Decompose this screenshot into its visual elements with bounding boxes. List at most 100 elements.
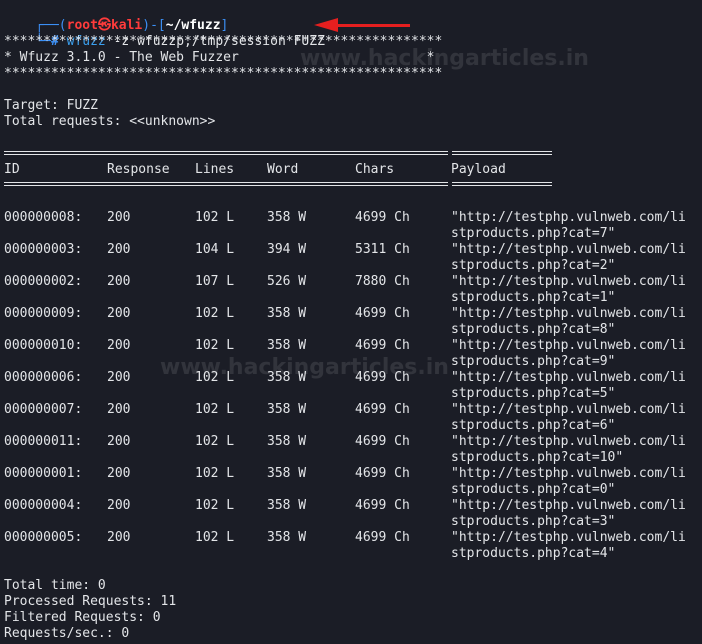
cell-payload: "http://testphp.vulnweb.com/li: [451, 274, 686, 289]
cell-response: 200: [107, 498, 131, 513]
cell-word: 358 W: [267, 434, 307, 449]
table-rule-top-payload: [452, 151, 552, 155]
summary-rate: Requests/sec.: 0: [4, 626, 130, 641]
cell-lines: 102 L: [195, 466, 235, 481]
table-row: 000000010: 200 102 L 358 W 4699 Ch "http://te…: [4, 338, 694, 354]
cell-response: 200: [107, 210, 131, 225]
cell-word: 358 W: [267, 466, 307, 481]
cell-chars: 7880 Ch: [355, 274, 410, 289]
summary-total-time: Total time: 0: [4, 578, 106, 593]
cell-word: 358 W: [267, 338, 307, 353]
cell-word: 358 W: [267, 530, 307, 545]
cell-id: 000000010:: [4, 338, 83, 353]
cell-chars: 5311 Ch: [355, 242, 410, 257]
summary-filtered: Filtered Requests: 0: [4, 610, 161, 625]
table-header: ID Response Lines Word Chars Payload: [4, 162, 694, 178]
command-line[interactable]: └─# wfuzz -z wfuzzp,/tmp/session FUZZ: [4, 18, 325, 49]
cell-payload-continuation: stproducts.php?cat=10": [451, 450, 624, 465]
cell-id: 000000004:: [4, 498, 83, 513]
banner-top: ****************************************…: [4, 34, 443, 49]
target-line: Target: FUZZ: [4, 98, 98, 113]
header-word: Word: [267, 162, 299, 177]
cell-word: 358 W: [267, 210, 307, 225]
cell-payload: "http://testphp.vulnweb.com/li: [451, 370, 686, 385]
arrow-annotation-shaft: [336, 24, 410, 27]
cell-response: 200: [107, 466, 131, 481]
header-payload: Payload: [451, 162, 506, 177]
cell-id: 000000009:: [4, 306, 83, 321]
cell-payload-continuation: stproducts.php?cat=4": [451, 546, 616, 561]
cell-response: 200: [107, 402, 131, 417]
cell-payload-continuation: stproducts.php?cat=8": [451, 322, 616, 337]
table-row: 000000007: 200 102 L 358 W 4699 Ch "http://te…: [4, 402, 694, 418]
cell-chars: 4699 Ch: [355, 210, 410, 225]
cell-word: 358 W: [267, 402, 307, 417]
cell-lines: 102 L: [195, 210, 235, 225]
cell-lines: 102 L: [195, 306, 235, 321]
cell-chars: 4699 Ch: [355, 434, 410, 449]
cell-payload-continuation: stproducts.php?cat=0": [451, 482, 616, 497]
cell-response: 200: [107, 242, 131, 257]
cell-response: 200: [107, 306, 131, 321]
cell-id: 000000005:: [4, 530, 83, 545]
total-requests-line: Total requests: <<unknown>>: [4, 114, 216, 129]
cell-payload-continuation: stproducts.php?cat=2": [451, 258, 616, 273]
cell-chars: 4699 Ch: [355, 306, 410, 321]
cell-lines: 104 L: [195, 242, 235, 257]
arrow-annotation-icon: [314, 18, 338, 32]
cell-payload-continuation: stproducts.php?cat=7": [451, 226, 616, 241]
cell-word: 394 W: [267, 242, 307, 257]
cell-payload-continuation: stproducts.php?cat=6": [451, 418, 616, 433]
cell-payload: "http://testphp.vulnweb.com/li: [451, 306, 686, 321]
cell-lines: 102 L: [195, 338, 235, 353]
cell-response: 200: [107, 434, 131, 449]
cell-chars: 4699 Ch: [355, 466, 410, 481]
cell-word: 358 W: [267, 498, 307, 513]
table-rule-top: [4, 151, 448, 155]
cell-chars: 4699 Ch: [355, 338, 410, 353]
cell-response: 200: [107, 370, 131, 385]
cell-payload: "http://testphp.vulnweb.com/li: [451, 210, 686, 225]
cell-payload: "http://testphp.vulnweb.com/li: [451, 434, 686, 449]
cell-id: 000000011:: [4, 434, 83, 449]
table-row: 000000002: 200 107 L 526 W 7880 Ch "http://te…: [4, 274, 694, 290]
cell-payload: "http://testphp.vulnweb.com/li: [451, 338, 686, 353]
cell-id: 000000006:: [4, 370, 83, 385]
banner-title: * Wfuzz 3.1.0 - The Web Fuzzer *: [4, 50, 435, 65]
cell-payload: "http://testphp.vulnweb.com/li: [451, 498, 686, 513]
header-response: Response: [107, 162, 170, 177]
cell-payload-continuation: stproducts.php?cat=9": [451, 354, 616, 369]
table-row: 000000011: 200 102 L 358 W 4699 Ch "http://te…: [4, 434, 694, 450]
cell-chars: 4699 Ch: [355, 498, 410, 513]
cell-response: 200: [107, 530, 131, 545]
cell-lines: 102 L: [195, 402, 235, 417]
cell-word: 358 W: [267, 306, 307, 321]
cell-payload: "http://testphp.vulnweb.com/li: [451, 530, 686, 545]
cell-payload-continuation: stproducts.php?cat=3": [451, 514, 616, 529]
terminal-window[interactable]: www.hackingarticles.in www.hackingarticl…: [0, 0, 702, 644]
cell-id: 000000001:: [4, 466, 83, 481]
cell-id: 000000003:: [4, 242, 83, 257]
cell-payload: "http://testphp.vulnweb.com/li: [451, 402, 686, 417]
cell-payload-continuation: stproducts.php?cat=1": [451, 290, 616, 305]
summary-processed: Processed Requests: 11: [4, 594, 177, 609]
banner-bottom: ****************************************…: [4, 66, 443, 81]
cell-id: 000000002:: [4, 274, 83, 289]
header-lines: Lines: [195, 162, 235, 177]
cell-response: 200: [107, 274, 131, 289]
header-id: ID: [4, 162, 20, 177]
cell-chars: 4699 Ch: [355, 370, 410, 385]
cell-word: 358 W: [267, 370, 307, 385]
cell-payload: "http://testphp.vulnweb.com/li: [451, 242, 686, 257]
table-rule-bottom: [4, 182, 448, 186]
cell-lines: 102 L: [195, 530, 235, 545]
table-row: 000000008: 200 102 L 358 W 4699 Ch "http://te…: [4, 210, 694, 226]
header-chars: Chars: [355, 162, 395, 177]
cell-chars: 4699 Ch: [355, 530, 410, 545]
table-row: 000000003: 200 104 L 394 W 5311 Ch "http://te…: [4, 242, 694, 258]
cell-word: 526 W: [267, 274, 307, 289]
cell-response: 200: [107, 338, 131, 353]
table-row: 000000004: 200 102 L 358 W 4699 Ch "http://te…: [4, 498, 694, 514]
table-row: 000000001: 200 102 L 358 W 4699 Ch "http://te…: [4, 466, 694, 482]
table-rule-bottom-payload: [452, 182, 552, 186]
